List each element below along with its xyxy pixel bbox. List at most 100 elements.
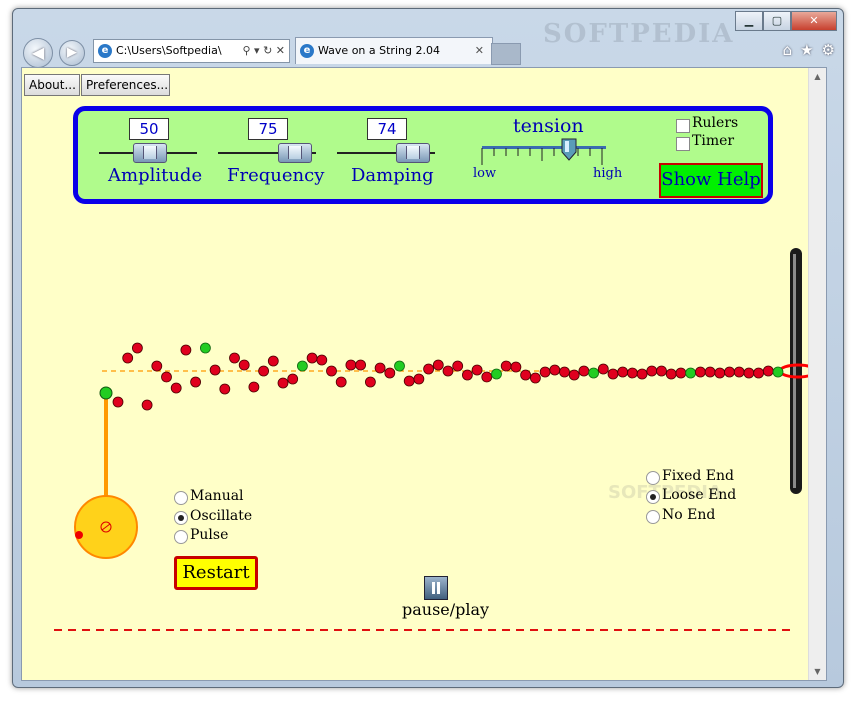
- tension-low-label: low: [473, 166, 497, 181]
- back-button[interactable]: ◀: [23, 38, 53, 68]
- loose-end-radio[interactable]: [646, 490, 660, 504]
- bead: [520, 369, 532, 381]
- bead: [743, 367, 755, 379]
- bead: [296, 360, 308, 372]
- restart-button[interactable]: Restart: [174, 556, 258, 590]
- browser-tools: ⌂ ★ ⚙: [783, 41, 835, 59]
- vertical-scrollbar[interactable]: ▲ ▼: [808, 68, 826, 680]
- oscillate-label: Oscillate: [190, 508, 253, 524]
- navigation-bar: ◀ ▶ e C:\Users\Softpedia\ ⚲ ▾ ↻ ✕ e Wave o…: [13, 35, 843, 69]
- bead: [461, 369, 473, 381]
- pulse-label: Pulse: [190, 527, 229, 543]
- timer-label: Timer: [692, 133, 735, 149]
- bead: [161, 371, 172, 383]
- bead: [665, 368, 677, 380]
- amplitude-value[interactable]: 50: [129, 118, 169, 140]
- fixed-end-label: Fixed End: [662, 468, 734, 484]
- amplitude-thumb[interactable]: [133, 143, 167, 163]
- bead: [695, 366, 706, 378]
- show-help-button[interactable]: Show Help: [659, 163, 763, 198]
- bead: [597, 363, 609, 375]
- bead: [132, 342, 143, 354]
- refresh-icon[interactable]: ↻: [263, 44, 272, 57]
- bead: [151, 360, 163, 372]
- tension-thumb[interactable]: [560, 138, 578, 162]
- pulse-radio[interactable]: [174, 530, 188, 544]
- window-controls: ▁ ▢ ✕: [735, 11, 837, 31]
- dropdown-icon[interactable]: ▾: [254, 44, 260, 57]
- address-text: C:\Users\Softpedia\: [116, 44, 222, 57]
- settings-gear-icon[interactable]: ⚙: [822, 41, 835, 59]
- string-beads: [99, 342, 784, 411]
- bead: [636, 368, 648, 380]
- new-tab-button[interactable]: [491, 43, 521, 65]
- bead: [238, 359, 250, 371]
- bead: [452, 360, 464, 372]
- bead: [364, 376, 376, 388]
- favorites-star-icon[interactable]: ★: [800, 41, 813, 59]
- bead: [199, 342, 211, 354]
- pause-play-button[interactable]: [424, 576, 448, 600]
- bead: [530, 372, 541, 384]
- stop-icon[interactable]: ✕: [276, 44, 285, 57]
- bead: [345, 359, 357, 371]
- no-end-radio[interactable]: [646, 510, 660, 524]
- address-actions: ⚲ ▾ ↻ ✕: [242, 40, 285, 62]
- maximize-button[interactable]: ▢: [763, 11, 791, 31]
- fixed-end-radio[interactable]: [646, 471, 660, 485]
- oscillate-radio[interactable]: [174, 511, 188, 525]
- minimize-button[interactable]: ▁: [735, 11, 763, 31]
- no-end-label: No End: [662, 507, 716, 523]
- bead: [432, 359, 444, 371]
- tab-close-icon[interactable]: ✕: [475, 38, 484, 64]
- bead: [170, 382, 182, 394]
- wheel-handle: [75, 531, 83, 539]
- frequency-thumb[interactable]: [278, 143, 312, 163]
- bead: [219, 383, 231, 395]
- bead: [733, 366, 745, 378]
- bead: [772, 366, 784, 378]
- home-icon[interactable]: ⌂: [783, 41, 793, 59]
- tab-ie-icon: e: [300, 44, 314, 58]
- timer-checkbox[interactable]: [676, 137, 690, 151]
- bead: [190, 376, 202, 388]
- damping-thumb[interactable]: [396, 143, 430, 163]
- scroll-up-arrow-icon[interactable]: ▲: [809, 68, 826, 85]
- bead: [112, 396, 124, 408]
- bead: [258, 365, 270, 377]
- bead: [316, 354, 328, 366]
- frequency-value[interactable]: 75: [248, 118, 288, 140]
- tab-wave-on-a-string[interactable]: e Wave on a String 2.04 ✕: [295, 37, 493, 64]
- ie-page-icon: e: [98, 44, 112, 58]
- rulers-checkbox[interactable]: [676, 119, 690, 133]
- bead: [277, 377, 289, 389]
- bead: [510, 361, 522, 373]
- damping-value[interactable]: 74: [367, 118, 407, 140]
- bead: [394, 360, 405, 372]
- scroll-down-arrow-icon[interactable]: ▼: [809, 663, 826, 680]
- frequency-label: Frequency: [227, 165, 325, 186]
- bead: [627, 367, 638, 379]
- bead: [588, 367, 599, 379]
- tension-label: tension: [513, 115, 584, 137]
- bead: [753, 367, 764, 379]
- bead: [481, 371, 493, 383]
- close-button[interactable]: ✕: [791, 11, 837, 31]
- pause-play-label: pause/play: [402, 600, 490, 619]
- bead: [675, 367, 687, 379]
- bead: [287, 373, 299, 385]
- bead: [209, 364, 221, 376]
- address-bar[interactable]: e C:\Users\Softpedia\ ⚲ ▾ ↻ ✕: [93, 39, 290, 63]
- rulers-label: Rulers: [692, 115, 739, 131]
- bead: [122, 352, 134, 364]
- amplitude-label: Amplitude: [108, 165, 203, 186]
- about-button[interactable]: About...: [24, 74, 80, 96]
- bead: [607, 368, 619, 380]
- search-icon[interactable]: ⚲: [242, 44, 250, 57]
- preferences-button[interactable]: Preferences...: [81, 74, 170, 96]
- manual-radio[interactable]: [174, 491, 188, 505]
- forward-button[interactable]: ▶: [59, 40, 85, 66]
- bead-driver: [99, 386, 113, 400]
- bead: [617, 366, 629, 378]
- bead: [267, 355, 279, 367]
